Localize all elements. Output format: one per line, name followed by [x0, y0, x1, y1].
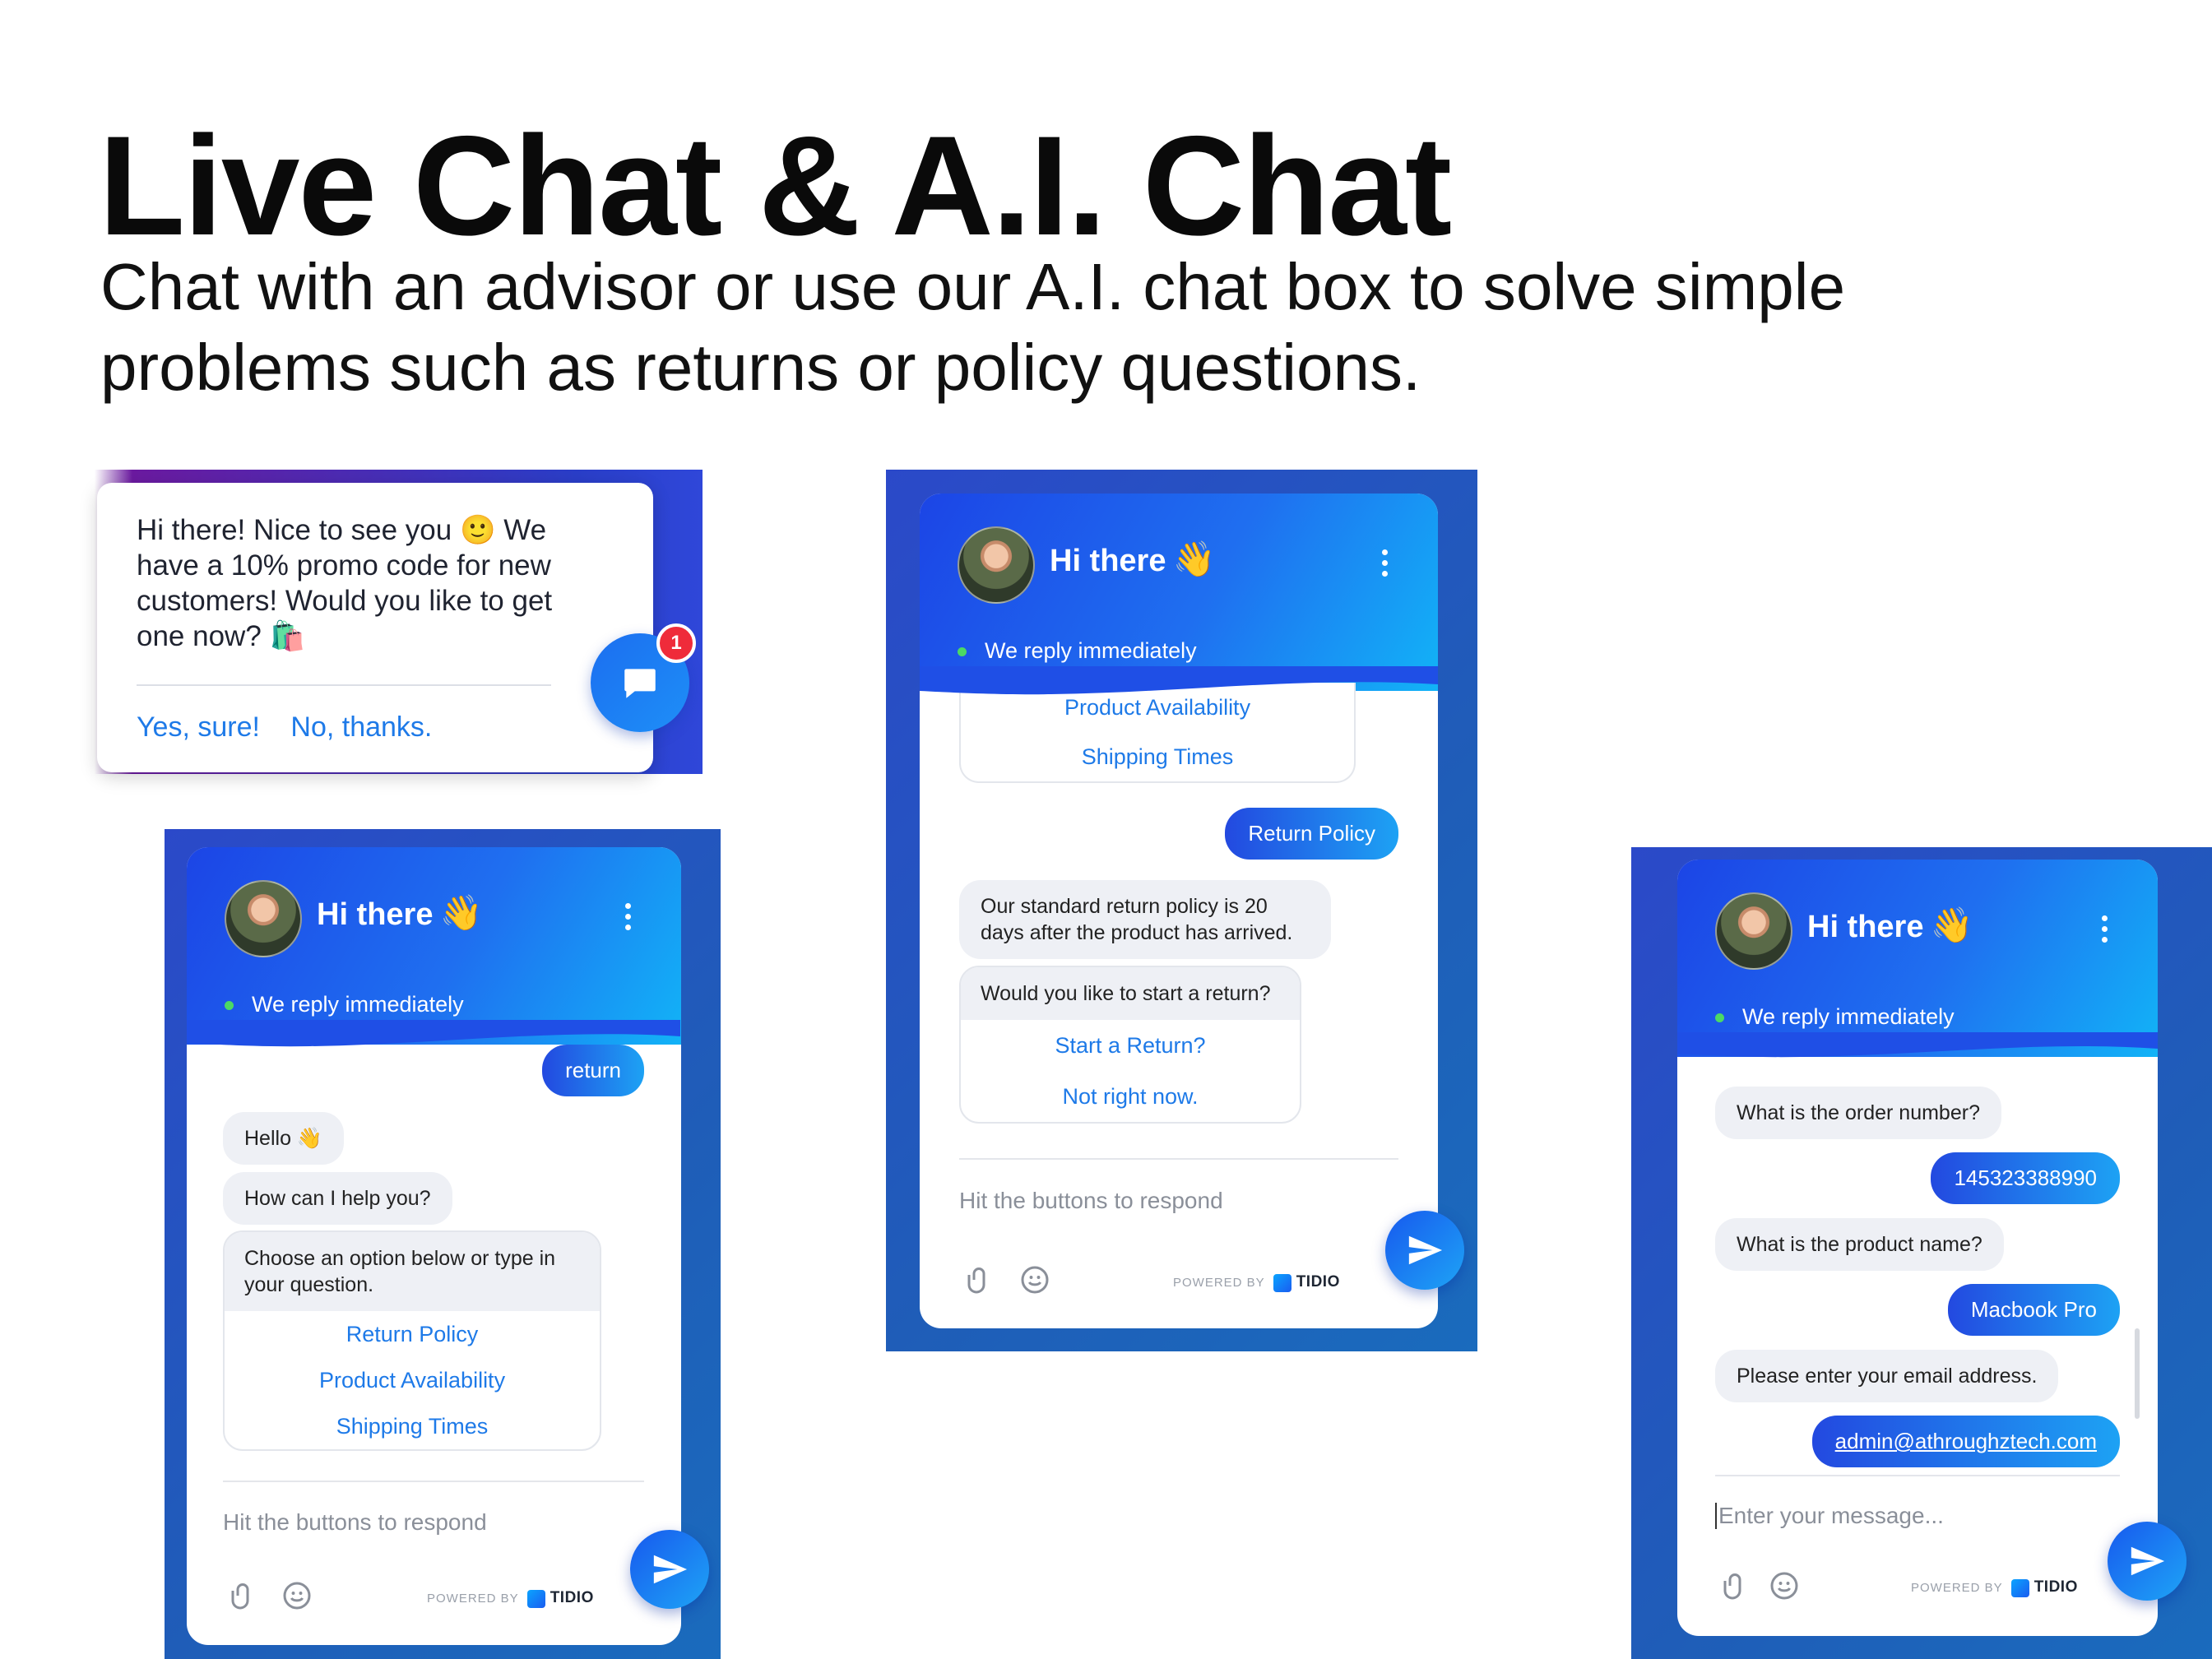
message-input[interactable]: Enter your message... — [1715, 1503, 1944, 1529]
bot-message-hello: Hello 👋 — [223, 1112, 345, 1165]
wave-icon: 👋 — [1930, 906, 1973, 944]
send-button[interactable] — [630, 1530, 709, 1609]
paperclip-icon[interactable] — [1720, 1571, 1750, 1601]
wave-icon: 👋 — [439, 893, 483, 932]
send-icon — [1408, 1235, 1443, 1265]
user-message: return — [542, 1045, 644, 1096]
input-divider — [1715, 1475, 2120, 1476]
paperclip-icon[interactable] — [964, 1265, 994, 1295]
send-button[interactable] — [2108, 1522, 2186, 1601]
bot-message-question: Would you like to start a return? — [961, 967, 1300, 1020]
powered-by: POWERED BY TIDIO — [1173, 1273, 1340, 1293]
avatar — [958, 526, 1035, 604]
chat-header: Hi there 👋 We reply immediately — [1677, 860, 2158, 1057]
online-dot — [225, 1001, 234, 1011]
input-hint[interactable]: Hit the buttons to respond — [959, 1188, 1223, 1214]
bot-message-email: Please enter your email address. — [1715, 1350, 2059, 1402]
chat-widget-right: Hi there 👋 We reply immediately What is t… — [1677, 860, 2158, 1636]
promo-actions: Yes, sure! No, thanks. — [137, 711, 455, 744]
greeting: Hi there 👋 — [317, 893, 483, 932]
user-message-order: 145323388990 — [1931, 1152, 2120, 1204]
promo-yes-button[interactable]: Yes, sure! — [137, 711, 260, 743]
option-start-return[interactable]: Start a Return? — [961, 1020, 1300, 1071]
options-card: Choose an option below or type in your q… — [223, 1230, 601, 1451]
powered-by: POWERED BY TIDIO — [427, 1589, 594, 1609]
chat-header: Hi there 👋 We reply immediately — [920, 494, 1438, 691]
send-button[interactable] — [1385, 1211, 1464, 1290]
chat-bubble-icon — [624, 669, 656, 698]
unread-badge: 1 — [656, 623, 696, 663]
header-wave — [1677, 1032, 2158, 1058]
bot-message-order: What is the order number? — [1715, 1087, 2001, 1139]
input-divider — [959, 1158, 1398, 1160]
avatar — [1715, 892, 1792, 970]
user-message: Return Policy — [1225, 808, 1398, 860]
scrollbar[interactable] — [2135, 1328, 2140, 1419]
bot-message-choose: Choose an option below or type in your q… — [225, 1232, 600, 1311]
chat-widget-middle: Hi there 👋 We reply immediately Product A… — [920, 494, 1438, 1328]
status-line: We reply immediately — [1715, 1004, 1955, 1030]
promo-card: Hi there! Nice to see you 🙂 We have a 10… — [97, 483, 653, 772]
emoji-icon[interactable] — [1020, 1265, 1050, 1295]
option-return-policy[interactable]: Return Policy — [225, 1311, 600, 1357]
tidio-logo-icon — [2010, 1579, 2029, 1598]
menu-dots-icon[interactable] — [1382, 549, 1389, 582]
menu-dots-icon[interactable] — [2102, 915, 2108, 948]
user-message-email[interactable]: admin@athroughztech.com — [1811, 1416, 2120, 1467]
option-shipping-times[interactable]: Shipping Times — [961, 732, 1354, 781]
chat-header: Hi there 👋 We reply immediately — [187, 847, 681, 1045]
return-options-card: Would you like to start a return? Start … — [959, 966, 1301, 1124]
page-title: Live Chat & A.I. Chat — [99, 107, 1452, 265]
emoji-icon[interactable] — [1769, 1571, 1799, 1601]
promo-message: Hi there! Nice to see you 🙂 We have a 10… — [137, 514, 553, 652]
greeting: Hi there 👋 — [1807, 906, 1973, 944]
input-divider — [223, 1481, 644, 1482]
tidio-logo-icon — [1273, 1274, 1291, 1293]
option-not-now[interactable]: Not right now. — [961, 1071, 1300, 1122]
avatar — [225, 880, 302, 957]
status-line: We reply immediately — [225, 992, 464, 1017]
wave-icon: 👋 — [1172, 540, 1216, 578]
status-line: We reply immediately — [958, 638, 1197, 664]
promo-no-button[interactable]: No, thanks. — [290, 711, 432, 743]
bot-message-help: How can I help you? — [223, 1172, 452, 1225]
chat-widget-left: Hi there 👋 We reply immediately return He… — [187, 847, 681, 1645]
online-dot — [1715, 1013, 1724, 1023]
greeting: Hi there 👋 — [1050, 540, 1216, 578]
powered-by: POWERED BY TIDIO — [1911, 1578, 2078, 1598]
input-hint[interactable]: Hit the buttons to respond — [223, 1509, 487, 1536]
emoji-icon[interactable] — [282, 1581, 312, 1610]
bot-message-product: What is the product name? — [1715, 1218, 2004, 1271]
page-subtitle: Chat with an advisor or use our A.I. cha… — [100, 250, 1846, 404]
option-product-availability[interactable]: Product Availability — [225, 1357, 600, 1403]
paperclip-icon[interactable] — [228, 1581, 257, 1610]
menu-dots-icon[interactable] — [625, 903, 632, 935]
send-icon — [2131, 1546, 2165, 1576]
bot-message-policy: Our standard return policy is 20 days af… — [959, 880, 1331, 959]
option-shipping-times[interactable]: Shipping Times — [225, 1403, 600, 1449]
send-icon — [653, 1555, 688, 1584]
online-dot — [958, 647, 967, 657]
promo-divider — [137, 684, 551, 686]
tidio-logo-icon — [526, 1590, 545, 1609]
header-wave — [920, 666, 1438, 695]
user-message-product: Macbook Pro — [1947, 1284, 2120, 1336]
